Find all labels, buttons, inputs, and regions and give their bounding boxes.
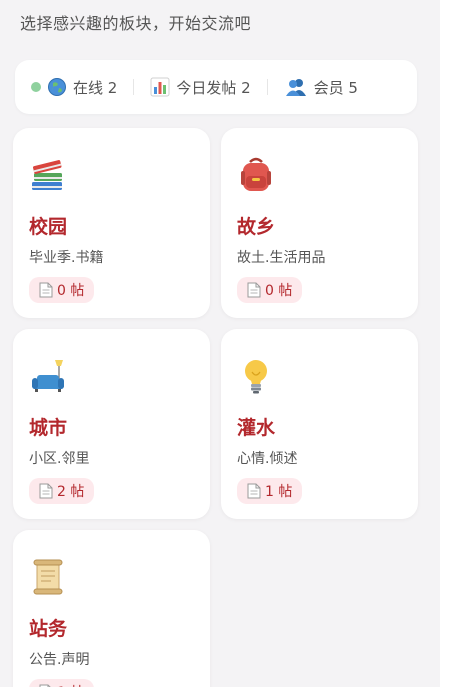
board-description: 故土.生活用品 <box>237 250 326 266</box>
books-icon <box>29 156 67 194</box>
post-count-badge: 0 帖 <box>237 277 303 303</box>
online-status-dot <box>31 82 41 92</box>
post-count-label: 1 帖 <box>265 484 293 500</box>
board-card-chat[interactable]: 灌水 心情.倾述 1 帖 <box>221 329 418 519</box>
members-stat: 会员 5 <box>284 77 358 98</box>
post-count-badge: 2 帖 <box>29 478 95 504</box>
board-description: 心情.倾述 <box>237 451 298 467</box>
board-title: 故乡 <box>237 216 276 238</box>
backpack-icon <box>237 156 275 194</box>
lightbulb-icon <box>237 357 275 395</box>
post-count-label: 0 帖 <box>265 283 293 299</box>
document-icon <box>39 483 53 499</box>
board-title: 站务 <box>29 618 68 640</box>
document-icon <box>247 282 261 298</box>
board-card-site-affairs[interactable]: 站务 公告.声明 1 帖 <box>13 530 210 687</box>
stats-divider <box>266 79 268 95</box>
board-title: 灌水 <box>237 417 276 439</box>
members-count-label: 会员 5 <box>313 78 358 97</box>
online-stat: 在线 2 <box>31 77 117 98</box>
online-count-label: 在线 2 <box>73 78 118 97</box>
globe-icon <box>47 77 67 97</box>
board-list-panel: 选择感兴趣的板块，开始交流吧 在线 2 今日发帖 2 会员 5 校园 毕业季.书… <box>0 0 440 687</box>
board-card-city[interactable]: 城市 小区.邻里 2 帖 <box>13 329 210 519</box>
board-card-hometown[interactable]: 故乡 故土.生活用品 0 帖 <box>221 128 418 318</box>
stats-bar: 在线 2 今日发帖 2 会员 5 <box>15 60 417 114</box>
board-title: 校园 <box>29 216 68 238</box>
board-description: 小区.邻里 <box>29 451 90 467</box>
board-description: 公告.声明 <box>29 652 90 668</box>
members-icon <box>284 77 308 97</box>
board-title: 城市 <box>29 417 68 439</box>
post-count-badge: 0 帖 <box>29 277 95 303</box>
sofa-lamp-icon <box>29 357 67 395</box>
page-subtitle: 选择感兴趣的板块，开始交流吧 <box>20 14 252 33</box>
post-count-badge: 1 帖 <box>29 679 95 687</box>
post-count-label: 0 帖 <box>57 283 85 299</box>
post-count-label: 2 帖 <box>57 484 85 500</box>
scroll-icon <box>29 558 67 596</box>
post-count-badge: 1 帖 <box>237 478 303 504</box>
document-icon <box>247 483 261 499</box>
document-icon <box>39 282 53 298</box>
board-card-campus[interactable]: 校园 毕业季.书籍 0 帖 <box>13 128 210 318</box>
bar-chart-icon <box>150 77 170 97</box>
stats-divider <box>133 79 135 95</box>
today-posts-stat: 今日发帖 2 <box>150 77 251 98</box>
today-posts-label: 今日发帖 2 <box>176 78 251 97</box>
post-count-label: 1 帖 <box>57 682 84 687</box>
board-description: 毕业季.书籍 <box>29 250 104 266</box>
